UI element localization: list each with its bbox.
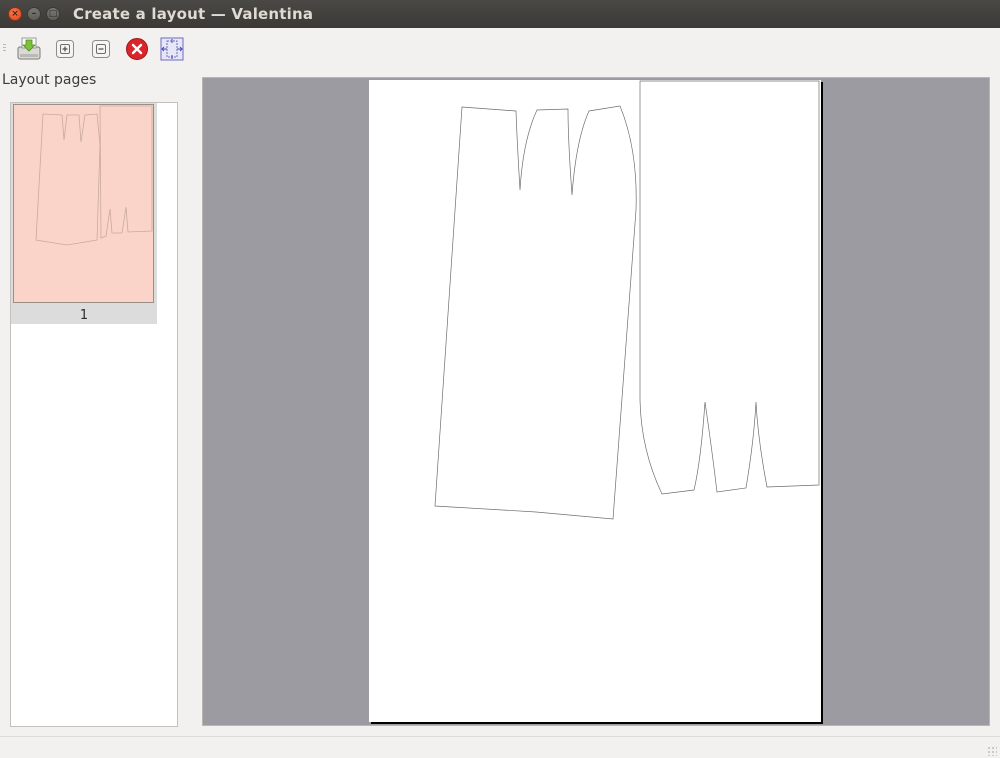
- window-maximize-button[interactable]: □: [46, 7, 60, 21]
- cancel-button[interactable]: [125, 37, 149, 61]
- thumbnail-pattern-pieces: [35, 105, 153, 246]
- window-minimize-button[interactable]: –: [27, 7, 41, 21]
- layout-sheet: [369, 80, 821, 722]
- zoom-out-button[interactable]: [89, 37, 113, 61]
- title-bar: × – □ Create a layout — Valentina: [0, 0, 1000, 28]
- toolbar-grip-handle[interactable]: [3, 44, 6, 52]
- layout-pages-list[interactable]: 1: [10, 102, 178, 727]
- status-bar: [0, 736, 1000, 758]
- layout-page-item[interactable]: 1: [11, 103, 157, 324]
- zoom-fit-button[interactable]: [160, 37, 184, 61]
- window-close-button[interactable]: ×: [8, 7, 22, 21]
- layout-pattern-pieces: [434, 80, 820, 520]
- toolbar: [0, 28, 1000, 68]
- zoom-in-icon: [56, 40, 74, 58]
- zoom-fit-icon: [160, 37, 184, 61]
- layout-page-thumbnail: [13, 104, 154, 303]
- zoom-out-icon: [92, 40, 110, 58]
- layout-scene[interactable]: [202, 77, 990, 726]
- export-layout-icon: [17, 37, 41, 60]
- layout-page-number: 1: [79, 308, 89, 323]
- layout-pages-label: Layout pages: [2, 72, 97, 88]
- zoom-in-button[interactable]: [53, 37, 77, 61]
- cancel-icon: [126, 38, 148, 60]
- export-layout-button[interactable]: [17, 37, 41, 61]
- app-window: × – □ Create a layout — Valentina Layout…: [0, 0, 1000, 758]
- resize-grip[interactable]: [987, 746, 997, 756]
- pattern-piece-skirt-back: [639, 80, 820, 495]
- window-title: Create a layout — Valentina: [73, 5, 314, 23]
- pattern-piece-skirt-front: [434, 105, 637, 520]
